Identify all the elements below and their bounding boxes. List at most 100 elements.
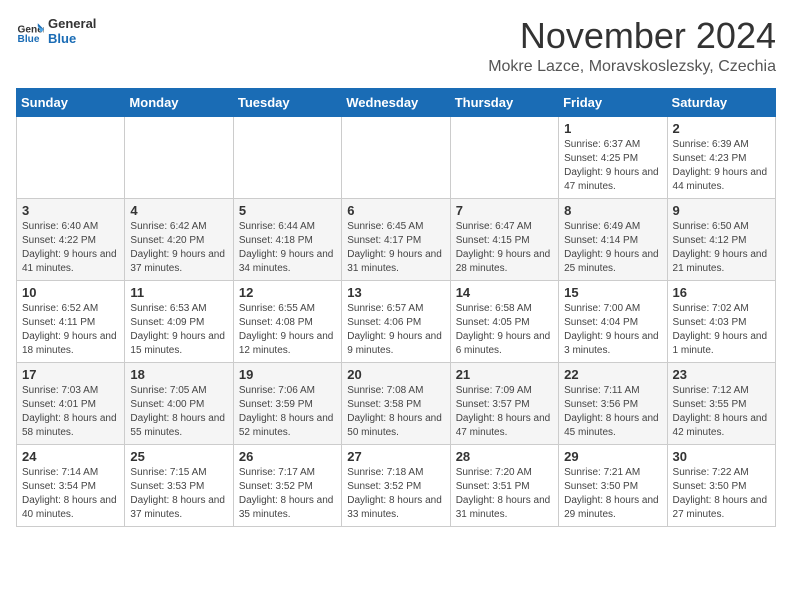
day-number: 21 [456, 367, 553, 382]
day-info: Sunrise: 7:05 AM Sunset: 4:00 PM Dayligh… [130, 384, 227, 440]
day-info: Sunrise: 7:15 AM Sunset: 3:53 PM Dayligh… [130, 466, 227, 522]
calendar-cell: 26Sunrise: 7:17 AM Sunset: 3:52 PM Dayli… [233, 444, 341, 526]
day-number: 11 [130, 285, 227, 300]
calendar-cell: 12Sunrise: 6:55 AM Sunset: 4:08 PM Dayli… [233, 280, 341, 362]
calendar-subtitle: Mokre Lazce, Moravskoslezsky, Czechia [488, 58, 776, 76]
header-wednesday: Wednesday [342, 88, 450, 116]
calendar-cell: 11 Sunrise: 6:53 AM Sunset: 4:09 PM Dayli… [125, 280, 233, 362]
day-info: Sunrise: 7:09 AM Sunset: 3:57 PM Dayligh… [456, 384, 553, 440]
calendar-body: 1Sunrise: 6:37 AM Sunset: 4:25 PM Daylig… [17, 116, 776, 526]
day-info: Sunrise: 6:53 AM Sunset: 4:09 PM Dayligh… [130, 302, 227, 358]
week-row-1: 3 Sunrise: 6:40 AM Sunset: 4:22 PM Daylig… [17, 198, 776, 280]
logo: General Blue General Blue [16, 16, 96, 46]
day-info: Sunrise: 6:40 AM Sunset: 4:22 PM Dayligh… [22, 220, 119, 276]
day-info: Sunrise: 7:08 AM Sunset: 3:58 PM Dayligh… [347, 384, 444, 440]
day-number: 3 [22, 203, 119, 218]
day-number: 12 [239, 285, 336, 300]
day-info: Sunrise: 7:20 AM Sunset: 3:51 PM Dayligh… [456, 466, 553, 522]
day-number: 2 [673, 121, 770, 136]
day-info: Sunrise: 6:49 AM Sunset: 4:14 PM Dayligh… [564, 220, 661, 276]
calendar-cell [17, 116, 125, 198]
day-number: 5 [239, 203, 336, 218]
day-number: 7 [456, 203, 553, 218]
day-number: 22 [564, 367, 661, 382]
calendar-header: SundayMondayTuesdayWednesdayThursdayFrid… [17, 88, 776, 116]
day-info: Sunrise: 7:02 AM Sunset: 4:03 PM Dayligh… [673, 302, 770, 358]
day-info: Sunrise: 6:57 AM Sunset: 4:06 PM Dayligh… [347, 302, 444, 358]
day-info: Sunrise: 6:37 AM Sunset: 4:25 PM Dayligh… [564, 138, 661, 194]
calendar-cell: 14 Sunrise: 6:58 AM Sunset: 4:05 PM Dayli… [450, 280, 558, 362]
day-info: Sunrise: 6:50 AM Sunset: 4:12 PM Dayligh… [673, 220, 770, 276]
header-sunday: Sunday [17, 88, 125, 116]
day-info: Sunrise: 7:17 AM Sunset: 3:52 PM Dayligh… [239, 466, 336, 522]
day-info: Sunrise: 7:21 AM Sunset: 3:50 PM Dayligh… [564, 466, 661, 522]
day-number: 24 [22, 449, 119, 464]
logo-blue: Blue [48, 31, 96, 46]
calendar-cell: 9 Sunrise: 6:50 AM Sunset: 4:12 PM Daylig… [667, 198, 775, 280]
calendar-cell [233, 116, 341, 198]
calendar-cell: 22Sunrise: 7:11 AM Sunset: 3:56 PM Dayli… [559, 362, 667, 444]
day-info: Sunrise: 7:00 AM Sunset: 4:04 PM Dayligh… [564, 302, 661, 358]
calendar-cell: 28 Sunrise: 7:20 AM Sunset: 3:51 PM Dayli… [450, 444, 558, 526]
day-number: 10 [22, 285, 119, 300]
header-tuesday: Tuesday [233, 88, 341, 116]
calendar-cell: 16Sunrise: 7:02 AM Sunset: 4:03 PM Dayli… [667, 280, 775, 362]
day-info: Sunrise: 7:22 AM Sunset: 3:50 PM Dayligh… [673, 466, 770, 522]
calendar-cell: 4 Sunrise: 6:42 AM Sunset: 4:20 PM Daylig… [125, 198, 233, 280]
day-info: Sunrise: 6:52 AM Sunset: 4:11 PM Dayligh… [22, 302, 119, 358]
calendar-cell: 2 Sunrise: 6:39 AM Sunset: 4:23 PM Daylig… [667, 116, 775, 198]
calendar-cell: 7 Sunrise: 6:47 AM Sunset: 4:15 PM Daylig… [450, 198, 558, 280]
calendar-cell [342, 116, 450, 198]
day-info: Sunrise: 6:47 AM Sunset: 4:15 PM Dayligh… [456, 220, 553, 276]
day-number: 30 [673, 449, 770, 464]
calendar-table: SundayMondayTuesdayWednesdayThursdayFrid… [16, 88, 776, 527]
header-saturday: Saturday [667, 88, 775, 116]
calendar-cell: 13Sunrise: 6:57 AM Sunset: 4:06 PM Dayli… [342, 280, 450, 362]
day-number: 8 [564, 203, 661, 218]
day-number: 19 [239, 367, 336, 382]
calendar-title: November 2024 [488, 16, 776, 56]
day-number: 25 [130, 449, 227, 464]
day-info: Sunrise: 6:45 AM Sunset: 4:17 PM Dayligh… [347, 220, 444, 276]
calendar-cell: 20 Sunrise: 7:08 AM Sunset: 3:58 PM Dayli… [342, 362, 450, 444]
day-number: 18 [130, 367, 227, 382]
title-block: November 2024 Mokre Lazce, Moravskoslezs… [488, 16, 776, 76]
day-info: Sunrise: 7:14 AM Sunset: 3:54 PM Dayligh… [22, 466, 119, 522]
header-thursday: Thursday [450, 88, 558, 116]
calendar-cell [450, 116, 558, 198]
calendar-cell: 3 Sunrise: 6:40 AM Sunset: 4:22 PM Daylig… [17, 198, 125, 280]
calendar-cell: 23Sunrise: 7:12 AM Sunset: 3:55 PM Dayli… [667, 362, 775, 444]
day-number: 17 [22, 367, 119, 382]
day-number: 20 [347, 367, 444, 382]
day-info: Sunrise: 6:42 AM Sunset: 4:20 PM Dayligh… [130, 220, 227, 276]
week-row-3: 17 Sunrise: 7:03 AM Sunset: 4:01 PM Dayli… [17, 362, 776, 444]
calendar-cell: 27Sunrise: 7:18 AM Sunset: 3:52 PM Dayli… [342, 444, 450, 526]
calendar-cell [125, 116, 233, 198]
day-info: Sunrise: 6:44 AM Sunset: 4:18 PM Dayligh… [239, 220, 336, 276]
header-friday: Friday [559, 88, 667, 116]
calendar-cell: 18 Sunrise: 7:05 AM Sunset: 4:00 PM Dayli… [125, 362, 233, 444]
day-number: 9 [673, 203, 770, 218]
logo-general: General [48, 16, 96, 31]
week-row-0: 1Sunrise: 6:37 AM Sunset: 4:25 PM Daylig… [17, 116, 776, 198]
calendar-cell: 1Sunrise: 6:37 AM Sunset: 4:25 PM Daylig… [559, 116, 667, 198]
day-info: Sunrise: 7:12 AM Sunset: 3:55 PM Dayligh… [673, 384, 770, 440]
day-number: 15 [564, 285, 661, 300]
day-info: Sunrise: 6:58 AM Sunset: 4:05 PM Dayligh… [456, 302, 553, 358]
svg-text:Blue: Blue [18, 34, 40, 45]
day-number: 14 [456, 285, 553, 300]
calendar-cell: 21 Sunrise: 7:09 AM Sunset: 3:57 PM Dayli… [450, 362, 558, 444]
day-info: Sunrise: 6:39 AM Sunset: 4:23 PM Dayligh… [673, 138, 770, 194]
calendar-cell: 29Sunrise: 7:21 AM Sunset: 3:50 PM Dayli… [559, 444, 667, 526]
calendar-cell: 25 Sunrise: 7:15 AM Sunset: 3:53 PM Dayli… [125, 444, 233, 526]
day-number: 28 [456, 449, 553, 464]
day-number: 27 [347, 449, 444, 464]
calendar-cell: 15 Sunrise: 7:00 AM Sunset: 4:04 PM Dayli… [559, 280, 667, 362]
week-row-2: 10 Sunrise: 6:52 AM Sunset: 4:11 PM Dayli… [17, 280, 776, 362]
day-number: 6 [347, 203, 444, 218]
day-info: Sunrise: 7:03 AM Sunset: 4:01 PM Dayligh… [22, 384, 119, 440]
calendar-cell: 8 Sunrise: 6:49 AM Sunset: 4:14 PM Daylig… [559, 198, 667, 280]
calendar-cell: 10 Sunrise: 6:52 AM Sunset: 4:11 PM Dayli… [17, 280, 125, 362]
day-number: 4 [130, 203, 227, 218]
header-row: SundayMondayTuesdayWednesdayThursdayFrid… [17, 88, 776, 116]
